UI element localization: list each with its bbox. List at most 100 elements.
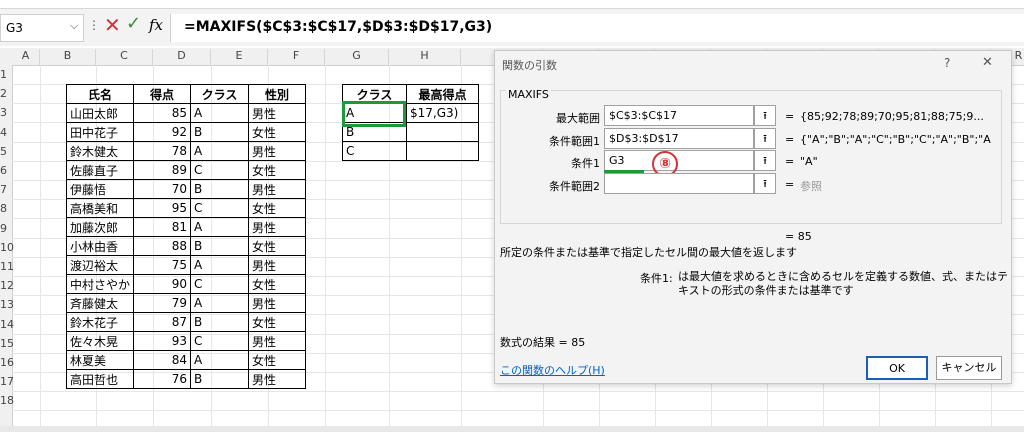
cell-score[interactable]: 89	[133, 160, 192, 180]
row-header-1[interactable]: 1	[0, 68, 12, 81]
row-header-12[interactable]: 12	[0, 279, 14, 292]
row-header-17[interactable]: 17	[0, 375, 14, 388]
help-icon[interactable]: ?	[944, 56, 950, 70]
collapse-dialog-icon[interactable]: ⭱	[754, 128, 776, 149]
cell-name[interactable]: 伊藤悟	[65, 179, 135, 199]
cell-class[interactable]: A	[190, 293, 250, 313]
ok-button[interactable]: OK	[866, 356, 928, 380]
cell-name[interactable]: 鈴木健太	[65, 141, 135, 161]
cell-gender[interactable]: 男性	[248, 217, 307, 237]
column-header-g[interactable]: G	[325, 49, 389, 65]
cell-class[interactable]: C	[190, 331, 250, 351]
cell-class[interactable]: B	[190, 312, 250, 332]
column-header-e[interactable]: E	[211, 49, 268, 65]
insert-function-icon[interactable]: fx	[149, 16, 163, 34]
chevron-down-icon[interactable]: ⌵	[70, 19, 78, 33]
column-header-h[interactable]: H	[389, 49, 461, 65]
header-name[interactable]: 氏名	[65, 84, 135, 104]
enter-icon[interactable]: ✓	[126, 13, 141, 34]
close-icon[interactable]: ✕	[982, 55, 993, 70]
column-header-d[interactable]: D	[153, 49, 211, 65]
collapse-dialog-icon[interactable]: ⭱	[754, 150, 776, 171]
row-header-15[interactable]: 15	[0, 337, 14, 350]
arg-input-max-range[interactable]: $C$3:$C$17	[604, 105, 754, 126]
cell-name[interactable]: 小林由香	[65, 236, 135, 256]
row-header-14[interactable]: 14	[0, 318, 14, 331]
header-gender[interactable]: 性別	[248, 84, 307, 104]
cell-name[interactable]: 中村さやか	[65, 274, 135, 294]
cell-score[interactable]: 87	[133, 312, 192, 332]
cell-score[interactable]: 92	[133, 122, 192, 142]
cell-gender[interactable]: 男性	[248, 369, 307, 389]
cell-gender[interactable]: 男性	[248, 103, 307, 123]
cell-score[interactable]: 90	[133, 274, 192, 294]
row-header-6[interactable]: 6	[0, 164, 12, 177]
cell-name[interactable]: 山田太郎	[65, 103, 135, 123]
summary-class-cell[interactable]: C	[342, 141, 407, 161]
cell-gender[interactable]: 女性	[248, 122, 307, 142]
cell-gender[interactable]: 男性	[248, 331, 307, 351]
cell-name[interactable]: 佐々木晃	[65, 331, 135, 351]
arg-input-criteria-range1[interactable]: $D$3:$D$17	[604, 128, 754, 149]
row-header-10[interactable]: 10	[0, 241, 14, 254]
cell-name[interactable]: 鈴木花子	[65, 312, 135, 332]
cell-class[interactable]: C	[190, 198, 250, 218]
column-header-a[interactable]: A	[12, 49, 40, 65]
row-header-11[interactable]: 11	[0, 260, 14, 273]
cell-class[interactable]: B	[190, 122, 250, 142]
row-header-13[interactable]: 13	[0, 298, 14, 311]
cell-score[interactable]: 70	[133, 179, 192, 199]
row-header-4[interactable]: 4	[0, 126, 12, 139]
arg-input-criteria1[interactable]: G3	[604, 150, 754, 171]
function-help-link[interactable]: この関数のヘルプ(H)	[500, 362, 605, 378]
cell-class[interactable]: B	[190, 179, 250, 199]
cell-gender[interactable]: 女性	[248, 236, 307, 256]
cell-gender[interactable]: 男性	[248, 293, 307, 313]
cell-score[interactable]: 78	[133, 141, 192, 161]
cell-name[interactable]: 斉藤健太	[65, 293, 135, 313]
header-max-score[interactable]: 最高得点	[406, 84, 479, 104]
cell-score[interactable]: 75	[133, 255, 192, 275]
cell-gender[interactable]: 女性	[248, 160, 307, 180]
cell-class[interactable]: B	[190, 369, 250, 389]
row-header-9[interactable]: 9	[0, 222, 12, 235]
cell-score[interactable]: 88	[133, 236, 192, 256]
cell-class[interactable]: C	[190, 274, 250, 294]
cell-class[interactable]: A	[190, 350, 250, 370]
cell-class[interactable]: C	[190, 160, 250, 180]
cancel-icon[interactable]: ✕	[104, 13, 121, 37]
cell-score[interactable]: 85	[133, 103, 192, 123]
cell-name[interactable]: 渡辺裕太	[65, 255, 135, 275]
summary-max-cell[interactable]: $17,G3)	[406, 103, 479, 123]
cell-class[interactable]: A	[190, 255, 250, 275]
arg-input-criteria-range2[interactable]	[604, 173, 754, 194]
cell-score[interactable]: 93	[133, 331, 192, 351]
cell-name[interactable]: 佐藤直子	[65, 160, 135, 180]
row-header-18[interactable]: 18	[0, 394, 14, 407]
cell-score[interactable]: 76	[133, 369, 192, 389]
cell-gender[interactable]: 女性	[248, 312, 307, 332]
cancel-button[interactable]: キャンセル	[936, 356, 1002, 380]
header-class[interactable]: クラス	[190, 84, 250, 104]
cell-score[interactable]: 84	[133, 350, 192, 370]
cell-name[interactable]: 高橋美和	[65, 198, 135, 218]
column-header-c[interactable]: C	[96, 49, 153, 65]
cell-class[interactable]: A	[190, 103, 250, 123]
cell-gender[interactable]: 男性	[248, 141, 307, 161]
summary-max-cell[interactable]	[406, 141, 479, 161]
collapse-dialog-icon[interactable]: ⭱	[754, 105, 776, 126]
cell-class[interactable]: A	[190, 217, 250, 237]
summary-max-cell[interactable]	[406, 122, 479, 142]
cell-class[interactable]: A	[190, 141, 250, 161]
cell-name[interactable]: 加藤次郎	[65, 217, 135, 237]
collapse-dialog-icon[interactable]: ⭱	[754, 173, 776, 194]
row-header-7[interactable]: 7	[0, 183, 12, 196]
column-header-b[interactable]: B	[40, 49, 96, 65]
more-options-icon[interactable]: ⋮	[88, 18, 100, 32]
cell-gender[interactable]: 女性	[248, 274, 307, 294]
row-header-2[interactable]: 2	[0, 87, 12, 100]
cell-name[interactable]: 高田哲也	[65, 369, 135, 389]
cell-name[interactable]: 林夏美	[65, 350, 135, 370]
header-score[interactable]: 得点	[133, 84, 192, 104]
cell-gender[interactable]: 男性	[248, 179, 307, 199]
